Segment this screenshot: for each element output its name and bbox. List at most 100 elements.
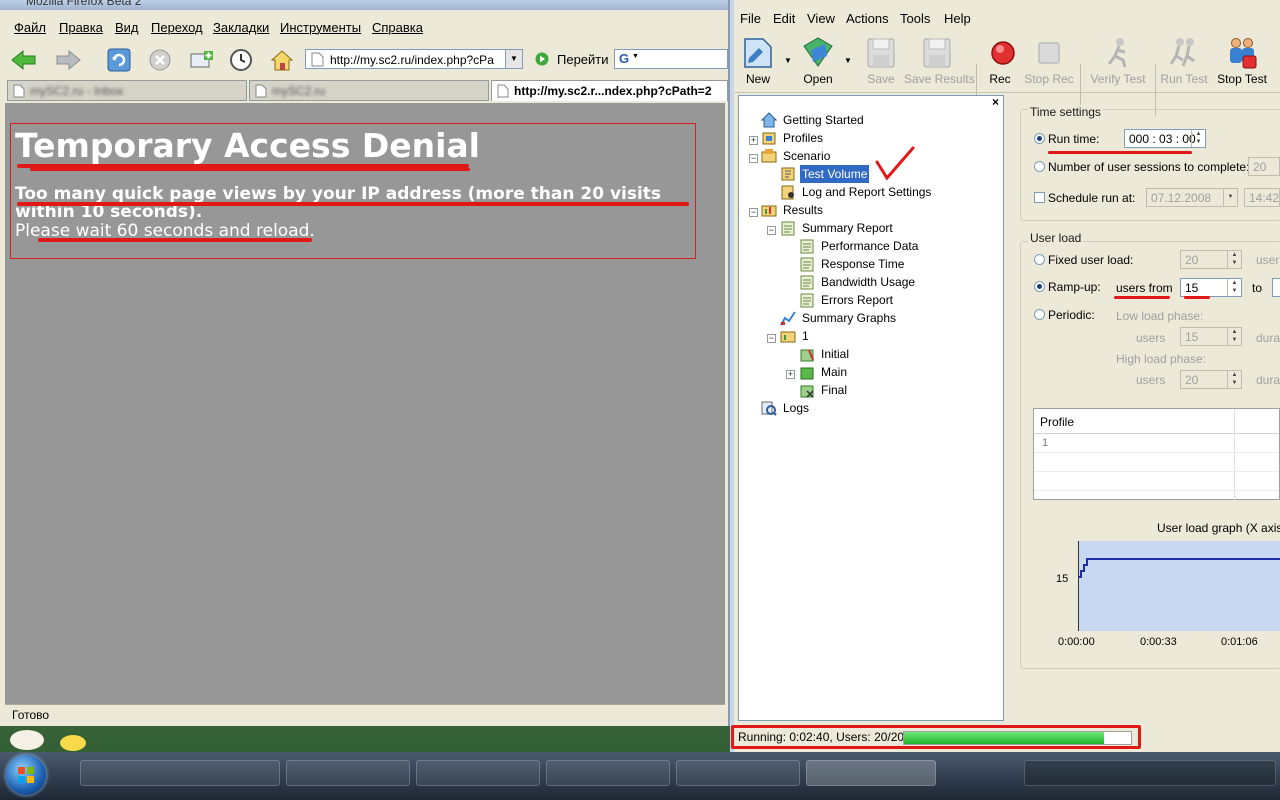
project-tree: × Getting Started + Profiles − Scenario … bbox=[738, 95, 1004, 721]
app-menu-file[interactable]: File bbox=[740, 11, 761, 26]
annotation-status-box bbox=[731, 725, 1141, 749]
run-time-spinner-icon[interactable]: ▲ ▼ bbox=[1191, 130, 1205, 147]
tab-site[interactable]: mySC2.ru bbox=[249, 80, 489, 101]
floppy-disk-icon bbox=[864, 36, 898, 70]
ramp-up-to-input[interactable] bbox=[1272, 278, 1280, 297]
open-button[interactable]: Open bbox=[798, 32, 838, 90]
schedule-time-input[interactable]: 14:42: bbox=[1244, 188, 1280, 207]
rec-button[interactable]: Rec bbox=[986, 32, 1015, 90]
fixed-user-load-input[interactable]: 20 ▲ ▼ bbox=[1180, 250, 1242, 269]
app-menu-tools[interactable]: Tools bbox=[900, 11, 930, 26]
tree-collapse-results[interactable]: − bbox=[749, 208, 758, 217]
taskbar-active-window-button[interactable] bbox=[806, 760, 936, 786]
menu-help[interactable]: Справка bbox=[372, 20, 423, 35]
page-icon bbox=[255, 84, 267, 98]
schedule-run-label: Schedule run at: bbox=[1048, 191, 1136, 205]
taskbar-quicklaunch[interactable] bbox=[80, 760, 280, 786]
low-users-input[interactable]: 15 ▲ ▼ bbox=[1180, 327, 1242, 346]
annotation-underline bbox=[17, 202, 689, 206]
low-users-spinner-icon[interactable]: ▲ ▼ bbox=[1227, 328, 1241, 345]
search-engine-dropdown-icon[interactable]: ▼ bbox=[632, 53, 639, 60]
url-dropdown-icon[interactable]: ▼ bbox=[505, 50, 522, 68]
table-row bbox=[1034, 453, 1279, 472]
report-icon bbox=[800, 275, 814, 290]
profile-column-header[interactable]: Profile bbox=[1040, 415, 1074, 429]
run-test-button[interactable]: Run Test bbox=[1160, 32, 1208, 90]
graph-x-tick: 0:00:33 bbox=[1140, 636, 1177, 648]
stop-test-button[interactable]: Stop Test bbox=[1214, 32, 1270, 90]
graph-title: User load graph (X axis - bbox=[1157, 521, 1280, 535]
new-dropdown-icon[interactable]: ▼ bbox=[784, 56, 792, 65]
new-button[interactable]: New bbox=[740, 32, 776, 90]
user-sessions-radio[interactable] bbox=[1034, 161, 1045, 172]
calendar-dropdown-icon[interactable]: ▼ bbox=[1223, 189, 1237, 206]
taskbar-window-button[interactable] bbox=[286, 760, 410, 786]
stop-rec-button[interactable]: Stop Rec bbox=[1024, 32, 1074, 90]
go-button[interactable]: Перейти bbox=[533, 49, 613, 69]
search-input[interactable]: G ▼ bbox=[614, 49, 728, 69]
menu-bookmarks[interactable]: Закладки bbox=[213, 20, 269, 35]
taskbar-window-button[interactable] bbox=[546, 760, 670, 786]
table-row bbox=[1034, 472, 1279, 491]
menu-edit[interactable]: Правка bbox=[59, 20, 103, 35]
menu-file[interactable]: Файл bbox=[14, 20, 46, 35]
run-time-radio[interactable] bbox=[1034, 133, 1045, 144]
save-button[interactable]: Save bbox=[864, 32, 898, 90]
save-results-button[interactable]: Save Results bbox=[904, 32, 975, 90]
low-users-label: users bbox=[1136, 331, 1166, 345]
back-button[interactable] bbox=[8, 46, 38, 74]
report-icon bbox=[800, 293, 814, 308]
forward-button[interactable] bbox=[54, 46, 84, 74]
table-row[interactable]: 1 bbox=[1034, 434, 1279, 453]
history-button[interactable] bbox=[226, 46, 256, 74]
menu-tools[interactable]: Инструменты bbox=[280, 20, 361, 35]
close-panel-icon[interactable]: × bbox=[992, 95, 999, 109]
app-menu-view[interactable]: View bbox=[807, 11, 835, 26]
tree-expand-profiles[interactable]: + bbox=[749, 136, 758, 145]
stop-users-icon bbox=[1225, 36, 1259, 70]
periodic-radio[interactable] bbox=[1034, 309, 1045, 320]
stop-button[interactable] bbox=[145, 46, 175, 74]
menu-view[interactable]: Вид bbox=[115, 20, 139, 35]
new-tab-button[interactable] bbox=[186, 46, 216, 74]
taskbar-window-button[interactable] bbox=[416, 760, 540, 786]
reload-icon bbox=[107, 48, 131, 72]
home-button[interactable] bbox=[267, 46, 297, 74]
reload-button[interactable] bbox=[104, 46, 134, 74]
user-sessions-input[interactable]: 20 bbox=[1248, 157, 1280, 176]
report-icon bbox=[800, 257, 814, 272]
tree-collapse-scenario[interactable]: − bbox=[749, 154, 758, 163]
time-settings-heading: Time settings bbox=[1028, 105, 1103, 119]
forward-arrow-icon bbox=[56, 49, 81, 71]
tree-collapse-summary-report[interactable]: − bbox=[767, 226, 776, 235]
schedule-run-checkbox[interactable] bbox=[1034, 192, 1045, 203]
annotation-underline bbox=[30, 168, 470, 171]
verify-test-button[interactable]: Verify Test bbox=[1087, 32, 1149, 90]
open-dropdown-icon[interactable]: ▼ bbox=[844, 56, 852, 65]
ramp-up-from-input[interactable]: 15 ▲ ▼ bbox=[1180, 278, 1242, 297]
high-users-input[interactable]: 20 ▲ ▼ bbox=[1180, 370, 1242, 389]
start-button[interactable] bbox=[6, 755, 46, 795]
app-menu-actions[interactable]: Actions bbox=[846, 11, 889, 26]
graph-x-tick: 0:00:00 bbox=[1058, 636, 1095, 648]
app-menu-edit[interactable]: Edit bbox=[773, 11, 795, 26]
ramp-up-spinner-icon[interactable]: ▲ ▼ bbox=[1227, 279, 1241, 296]
app-menu-help[interactable]: Help bbox=[944, 11, 971, 26]
tab-active-page[interactable]: http://my.sc2.r...ndex.php?cPath=2 bbox=[491, 80, 728, 101]
tab-inbox[interactable]: mySC2.ru - Inbox bbox=[7, 80, 247, 101]
fixed-load-spinner-icon[interactable]: ▲ ▼ bbox=[1227, 251, 1241, 268]
taskbar-window-button[interactable] bbox=[676, 760, 800, 786]
fixed-user-load-radio[interactable] bbox=[1034, 254, 1045, 265]
ramp-up-radio[interactable] bbox=[1034, 281, 1045, 292]
back-arrow-icon bbox=[11, 49, 36, 71]
high-users-spinner-icon[interactable]: ▲ ▼ bbox=[1227, 371, 1241, 388]
tree-expand-main[interactable]: + bbox=[786, 370, 795, 379]
tab-label: mySC2.ru - Inbox bbox=[30, 84, 124, 98]
run-time-input[interactable]: 000 : 03 : 00 ▲ ▼ bbox=[1124, 129, 1206, 148]
schedule-date-input[interactable]: 07.12.2008 ▼ bbox=[1146, 188, 1238, 207]
menu-go[interactable]: Переход bbox=[151, 20, 203, 35]
running-man-check-icon bbox=[1101, 36, 1135, 70]
url-bar[interactable]: http://my.sc2.ru/index.php?cPa ▼ bbox=[305, 49, 523, 69]
tree-collapse-run-1[interactable]: − bbox=[767, 334, 776, 343]
user-sessions-label: Number of user sessions to complete: bbox=[1048, 160, 1250, 174]
